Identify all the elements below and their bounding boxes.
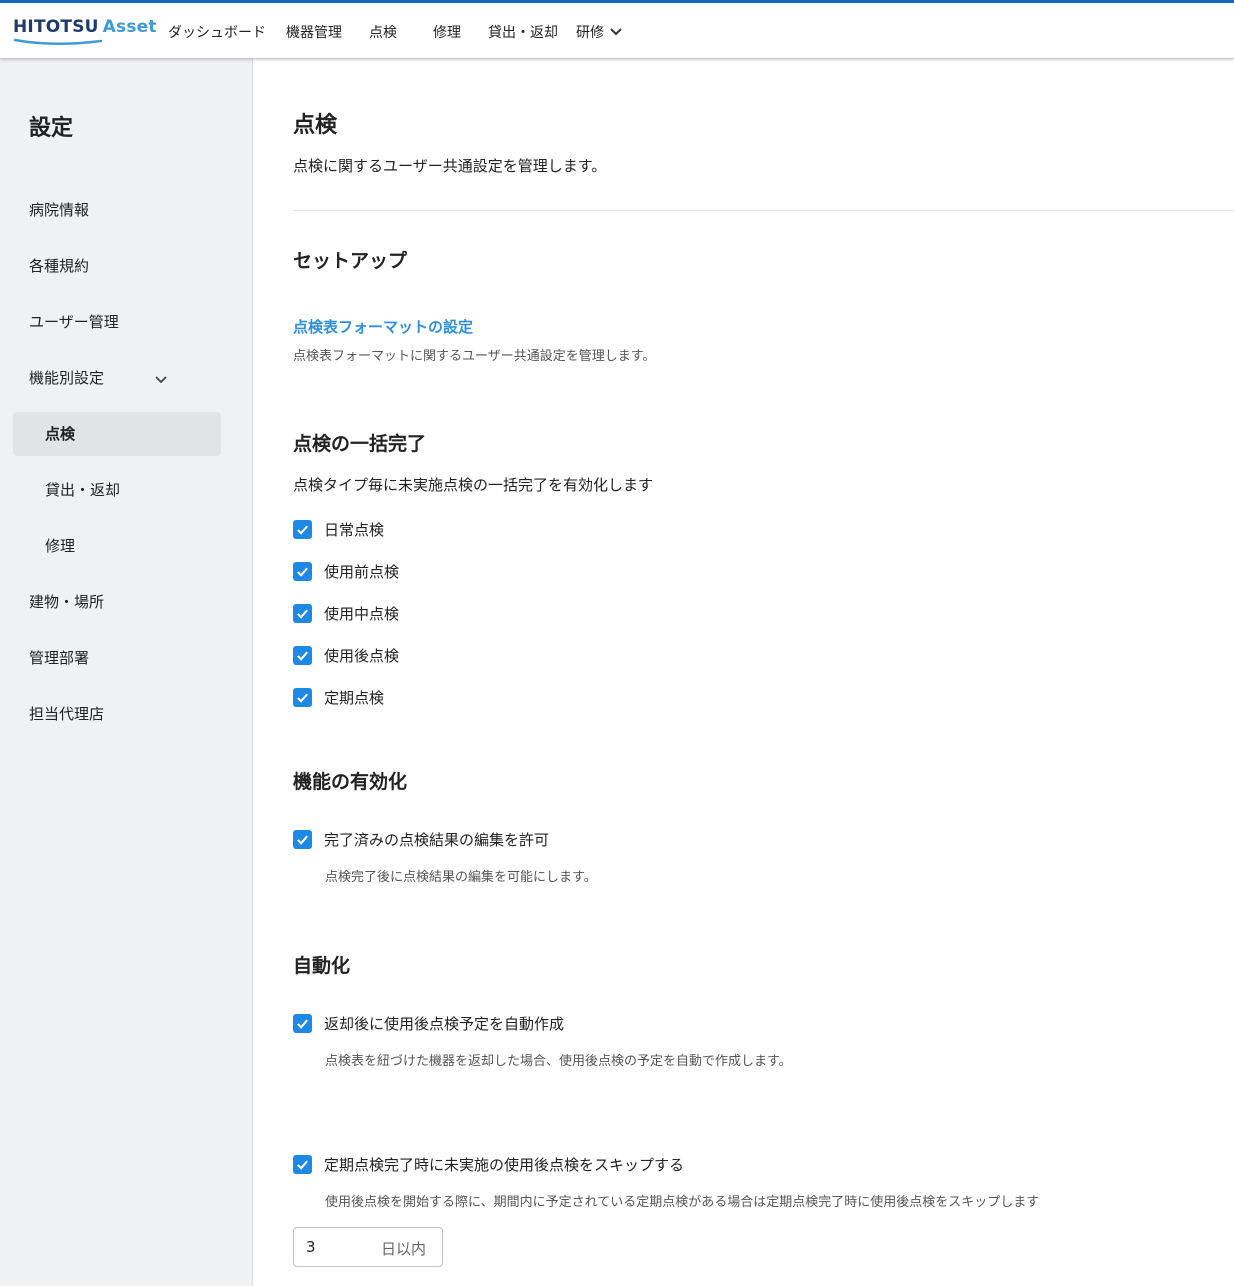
sidebar-item-rental-return[interactable]: 貸出・返却 <box>45 479 120 500</box>
logo-sub-text: Asset <box>102 17 157 37</box>
checkmark-icon <box>297 525 308 535</box>
checkmark-icon <box>297 651 308 661</box>
chevron-down-icon[interactable] <box>153 372 169 388</box>
skip-post-use-description: 使用後点検を開始する際に、期間内に予定されている定期点検がある場合は定期点検完了… <box>325 1195 1040 1210</box>
sidebar-item-hospital-info[interactable]: 病院情報 <box>29 199 89 220</box>
checkbox-label: 使用前点検 <box>324 562 400 581</box>
checkmark-icon <box>297 835 308 845</box>
sidebar-item-feature-settings[interactable]: 機能別設定 <box>29 367 104 388</box>
sidebar-item-agencies[interactable]: 担当代理店 <box>29 703 104 724</box>
checkbox-daily-inspection[interactable]: 日常点検 <box>293 519 384 539</box>
settings-sidebar: 設定 病院情報 各種規約 ユーザー管理 機能別設定 点検 貸出・返却 修理 建物… <box>0 59 253 1286</box>
sidebar-item-terms[interactable]: 各種規約 <box>29 255 89 276</box>
bulk-complete-description: 点検タイプ毎に未実施点検の一括完了を有効化します <box>293 476 654 494</box>
days-within-field[interactable]: 日以内 <box>293 1227 443 1267</box>
checkmark-icon <box>297 1160 308 1170</box>
bulk-complete-heading: 点検の一括完了 <box>293 433 427 455</box>
checkbox-allow-edit-completed[interactable]: 完了済みの点検結果の編集を許可 <box>293 829 549 849</box>
checkbox-label: 定期点検完了時に未実施の使用後点検をスキップする <box>324 1155 685 1174</box>
page-title: 点検 <box>293 113 338 138</box>
sidebar-title: 設定 <box>29 116 74 141</box>
checkbox-post-use-inspection[interactable]: 使用後点検 <box>293 645 399 665</box>
days-within-input[interactable] <box>306 1237 366 1257</box>
checkbox-skip-post-use[interactable]: 定期点検完了時に未実施の使用後点検をスキップする <box>293 1154 684 1174</box>
checkbox-label: 使用後点検 <box>324 646 400 665</box>
sidebar-item-repair[interactable]: 修理 <box>45 535 75 556</box>
section-divider <box>293 210 1234 211</box>
app-logo[interactable]: HITOTSU Asset <box>13 17 157 47</box>
feature-enable-heading: 機能の有効化 <box>293 771 408 793</box>
checkbox-in-use-inspection[interactable]: 使用中点検 <box>293 603 399 623</box>
checkbox-pre-use-inspection[interactable]: 使用前点検 <box>293 561 399 581</box>
logo-swoosh-icon <box>13 38 103 45</box>
checkmark-icon <box>297 567 308 577</box>
checkmark-icon <box>297 609 308 619</box>
checkbox-auto-create-post-use[interactable]: 返却後に使用後点検予定を自動作成 <box>293 1013 564 1033</box>
allow-edit-description: 点検完了後に点検結果の編集を可能にします。 <box>325 870 597 885</box>
checkbox[interactable] <box>293 687 312 707</box>
nav-inspection[interactable]: 点検 <box>369 22 397 42</box>
checkbox-label: 使用中点検 <box>324 604 400 623</box>
checkbox[interactable] <box>293 829 312 849</box>
checkbox-label: 返却後に使用後点検予定を自動作成 <box>324 1014 565 1033</box>
checkbox[interactable] <box>293 1013 312 1033</box>
automation-heading: 自動化 <box>293 955 351 977</box>
sidebar-item-inspection[interactable]: 点検 <box>45 423 75 444</box>
sidebar-item-user-management[interactable]: ユーザー管理 <box>29 311 119 332</box>
nav-rental-return[interactable]: 貸出・返却 <box>488 22 558 42</box>
format-settings-description: 点検表フォーマットに関するユーザー共通設定を管理します。 <box>293 349 656 364</box>
nav-training[interactable]: 研修 <box>576 22 604 42</box>
nav-repair[interactable]: 修理 <box>433 22 461 42</box>
checkbox-periodic-inspection[interactable]: 定期点検 <box>293 687 384 707</box>
checkbox-label: 完了済みの点検結果の編集を許可 <box>324 830 550 849</box>
checkmark-icon <box>297 1019 308 1029</box>
auto-create-description: 点検表を紐づけた機器を返却した場合、使用後点検の予定を自動で作成します。 <box>325 1054 792 1069</box>
chevron-down-icon[interactable] <box>609 25 623 39</box>
format-settings-link[interactable]: 点検表フォーマットの設定 <box>293 316 473 337</box>
checkbox-label: 日常点検 <box>324 520 385 539</box>
nav-dashboard[interactable]: ダッシュボード <box>168 22 266 42</box>
nav-devices[interactable]: 機器管理 <box>286 22 342 42</box>
days-within-suffix: 日以内 <box>381 1240 427 1258</box>
setup-heading: セットアップ <box>293 250 408 272</box>
checkbox[interactable] <box>293 561 312 581</box>
checkbox[interactable] <box>293 519 312 539</box>
checkbox[interactable] <box>293 1154 312 1174</box>
top-navbar: HITOTSU Asset ダッシュボード 機器管理 点検 修理 貸出・返却 研修 <box>0 0 1234 59</box>
checkbox[interactable] <box>293 603 312 623</box>
sidebar-item-departments[interactable]: 管理部署 <box>29 647 89 668</box>
logo-main-text: HITOTSU <box>13 17 99 37</box>
checkbox-label: 定期点検 <box>324 688 385 707</box>
checkbox[interactable] <box>293 645 312 665</box>
sidebar-item-buildings[interactable]: 建物・場所 <box>29 591 104 612</box>
checkmark-icon <box>297 693 308 703</box>
page-description: 点検に関するユーザー共通設定を管理します。 <box>293 157 607 175</box>
